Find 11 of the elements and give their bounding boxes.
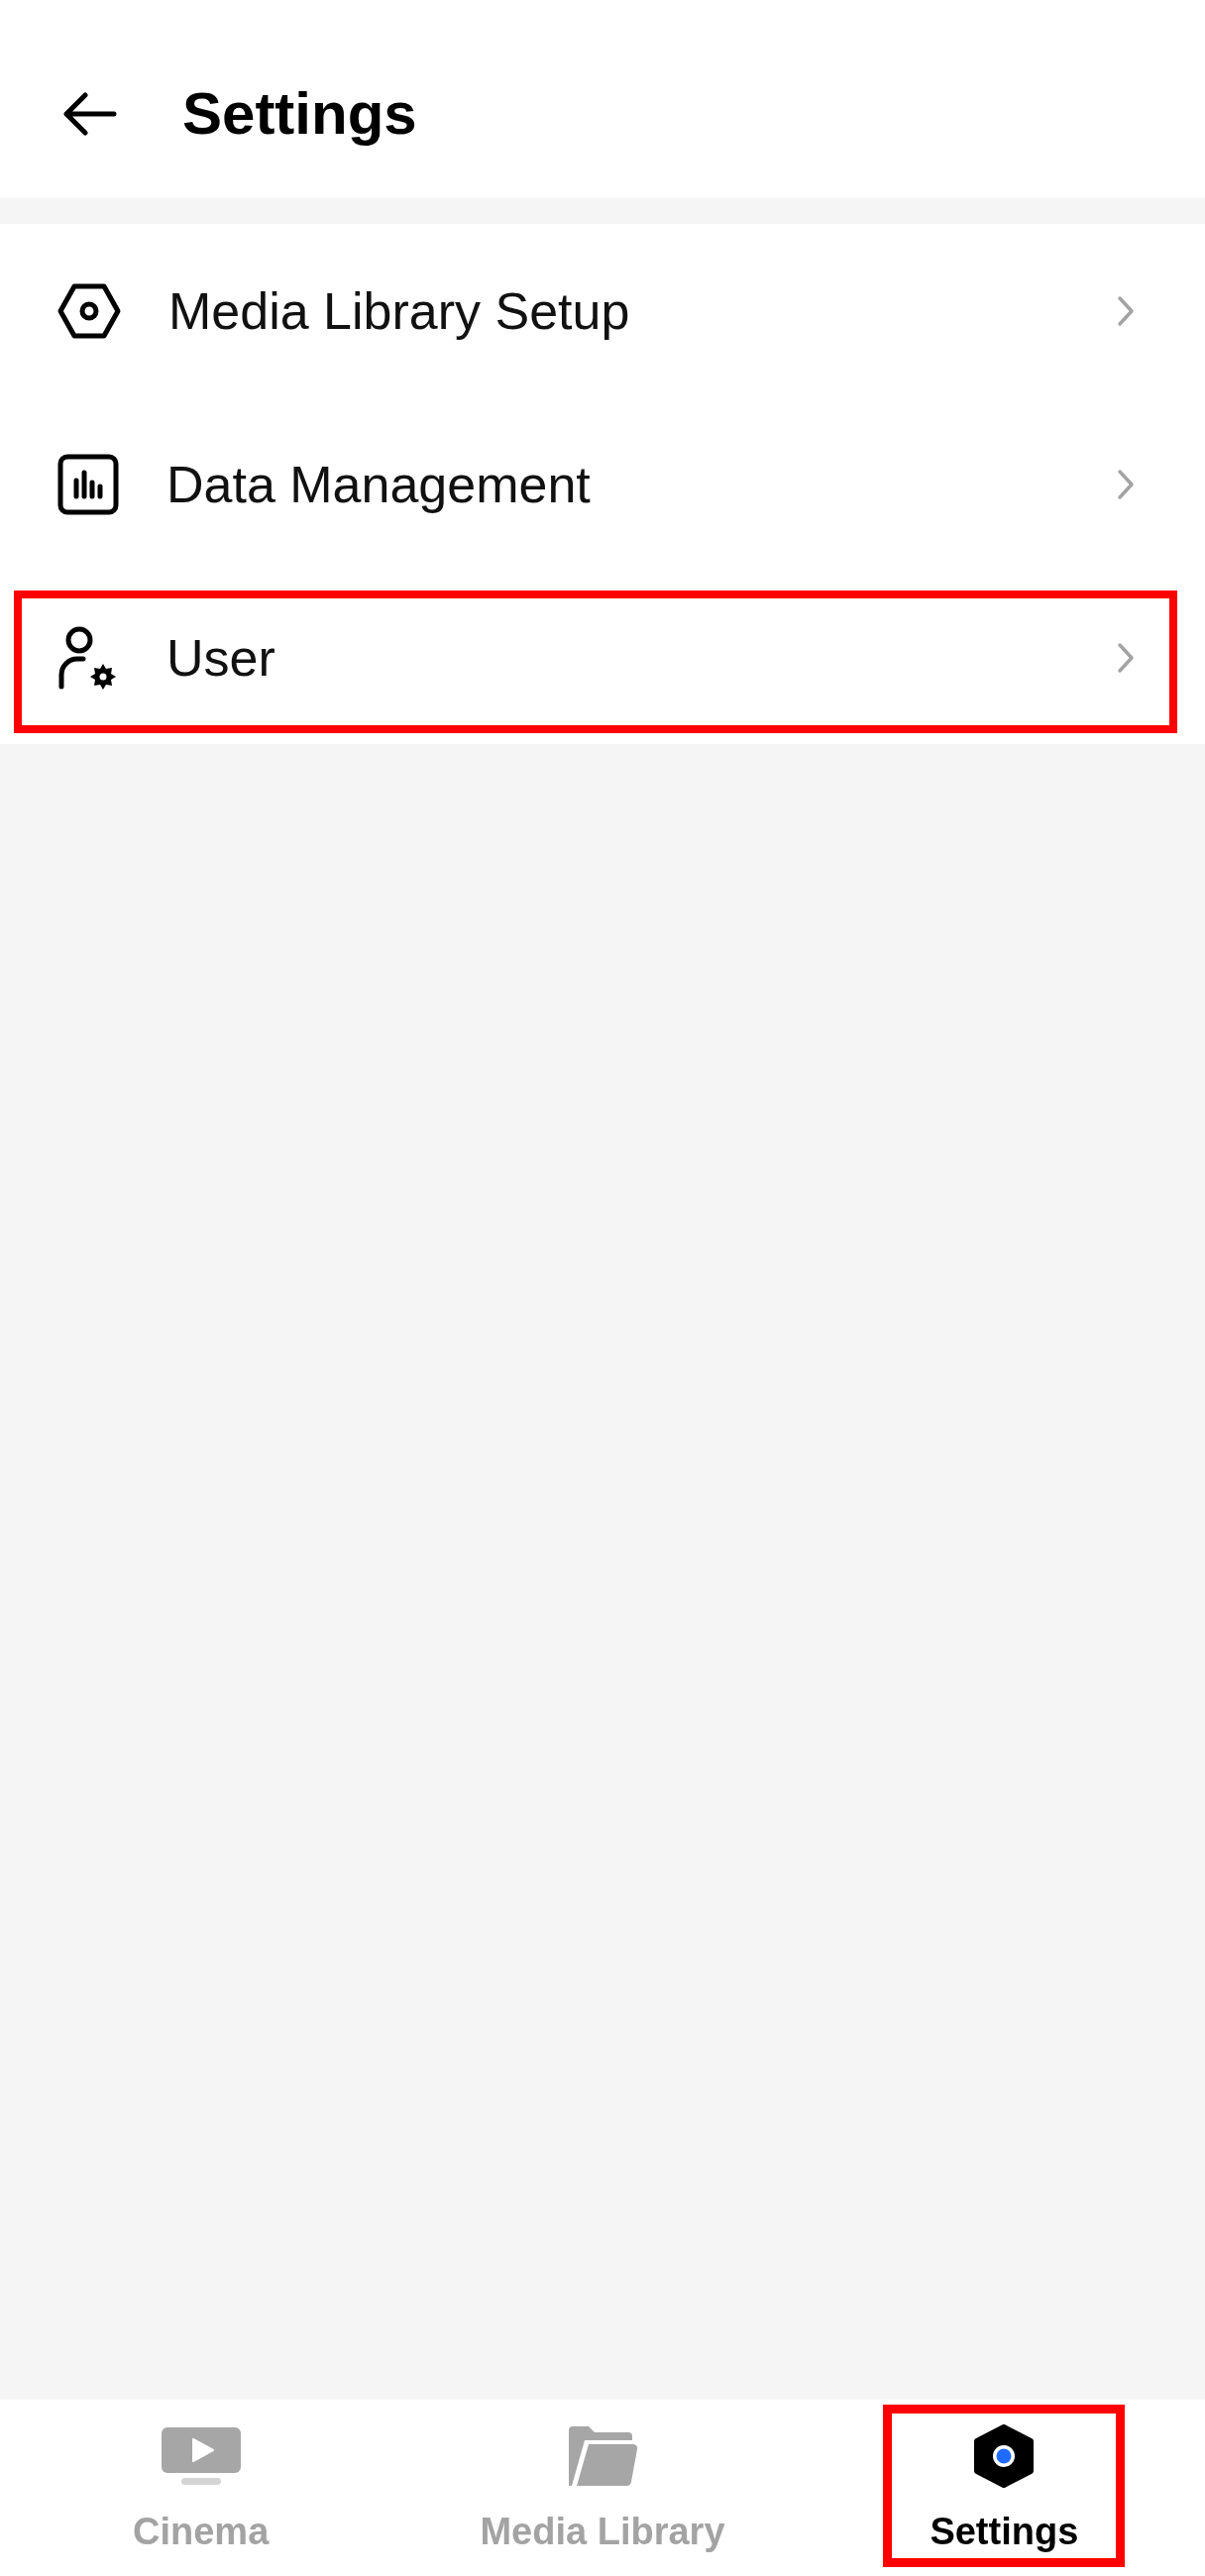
hexagon-icon xyxy=(57,282,121,339)
chevron-right-icon xyxy=(1116,641,1136,674)
bar-chart-icon xyxy=(57,453,119,515)
back-arrow-icon[interactable] xyxy=(63,92,117,136)
page-title: Settings xyxy=(182,84,417,144)
chevron-right-icon xyxy=(1116,294,1136,327)
play-screen-icon xyxy=(161,2427,241,2485)
hexagon-icon xyxy=(973,2423,1036,2489)
folder-icon xyxy=(567,2426,638,2486)
chevron-right-icon xyxy=(1116,468,1136,500)
tab[interactable]: Settings xyxy=(920,2400,1089,2576)
